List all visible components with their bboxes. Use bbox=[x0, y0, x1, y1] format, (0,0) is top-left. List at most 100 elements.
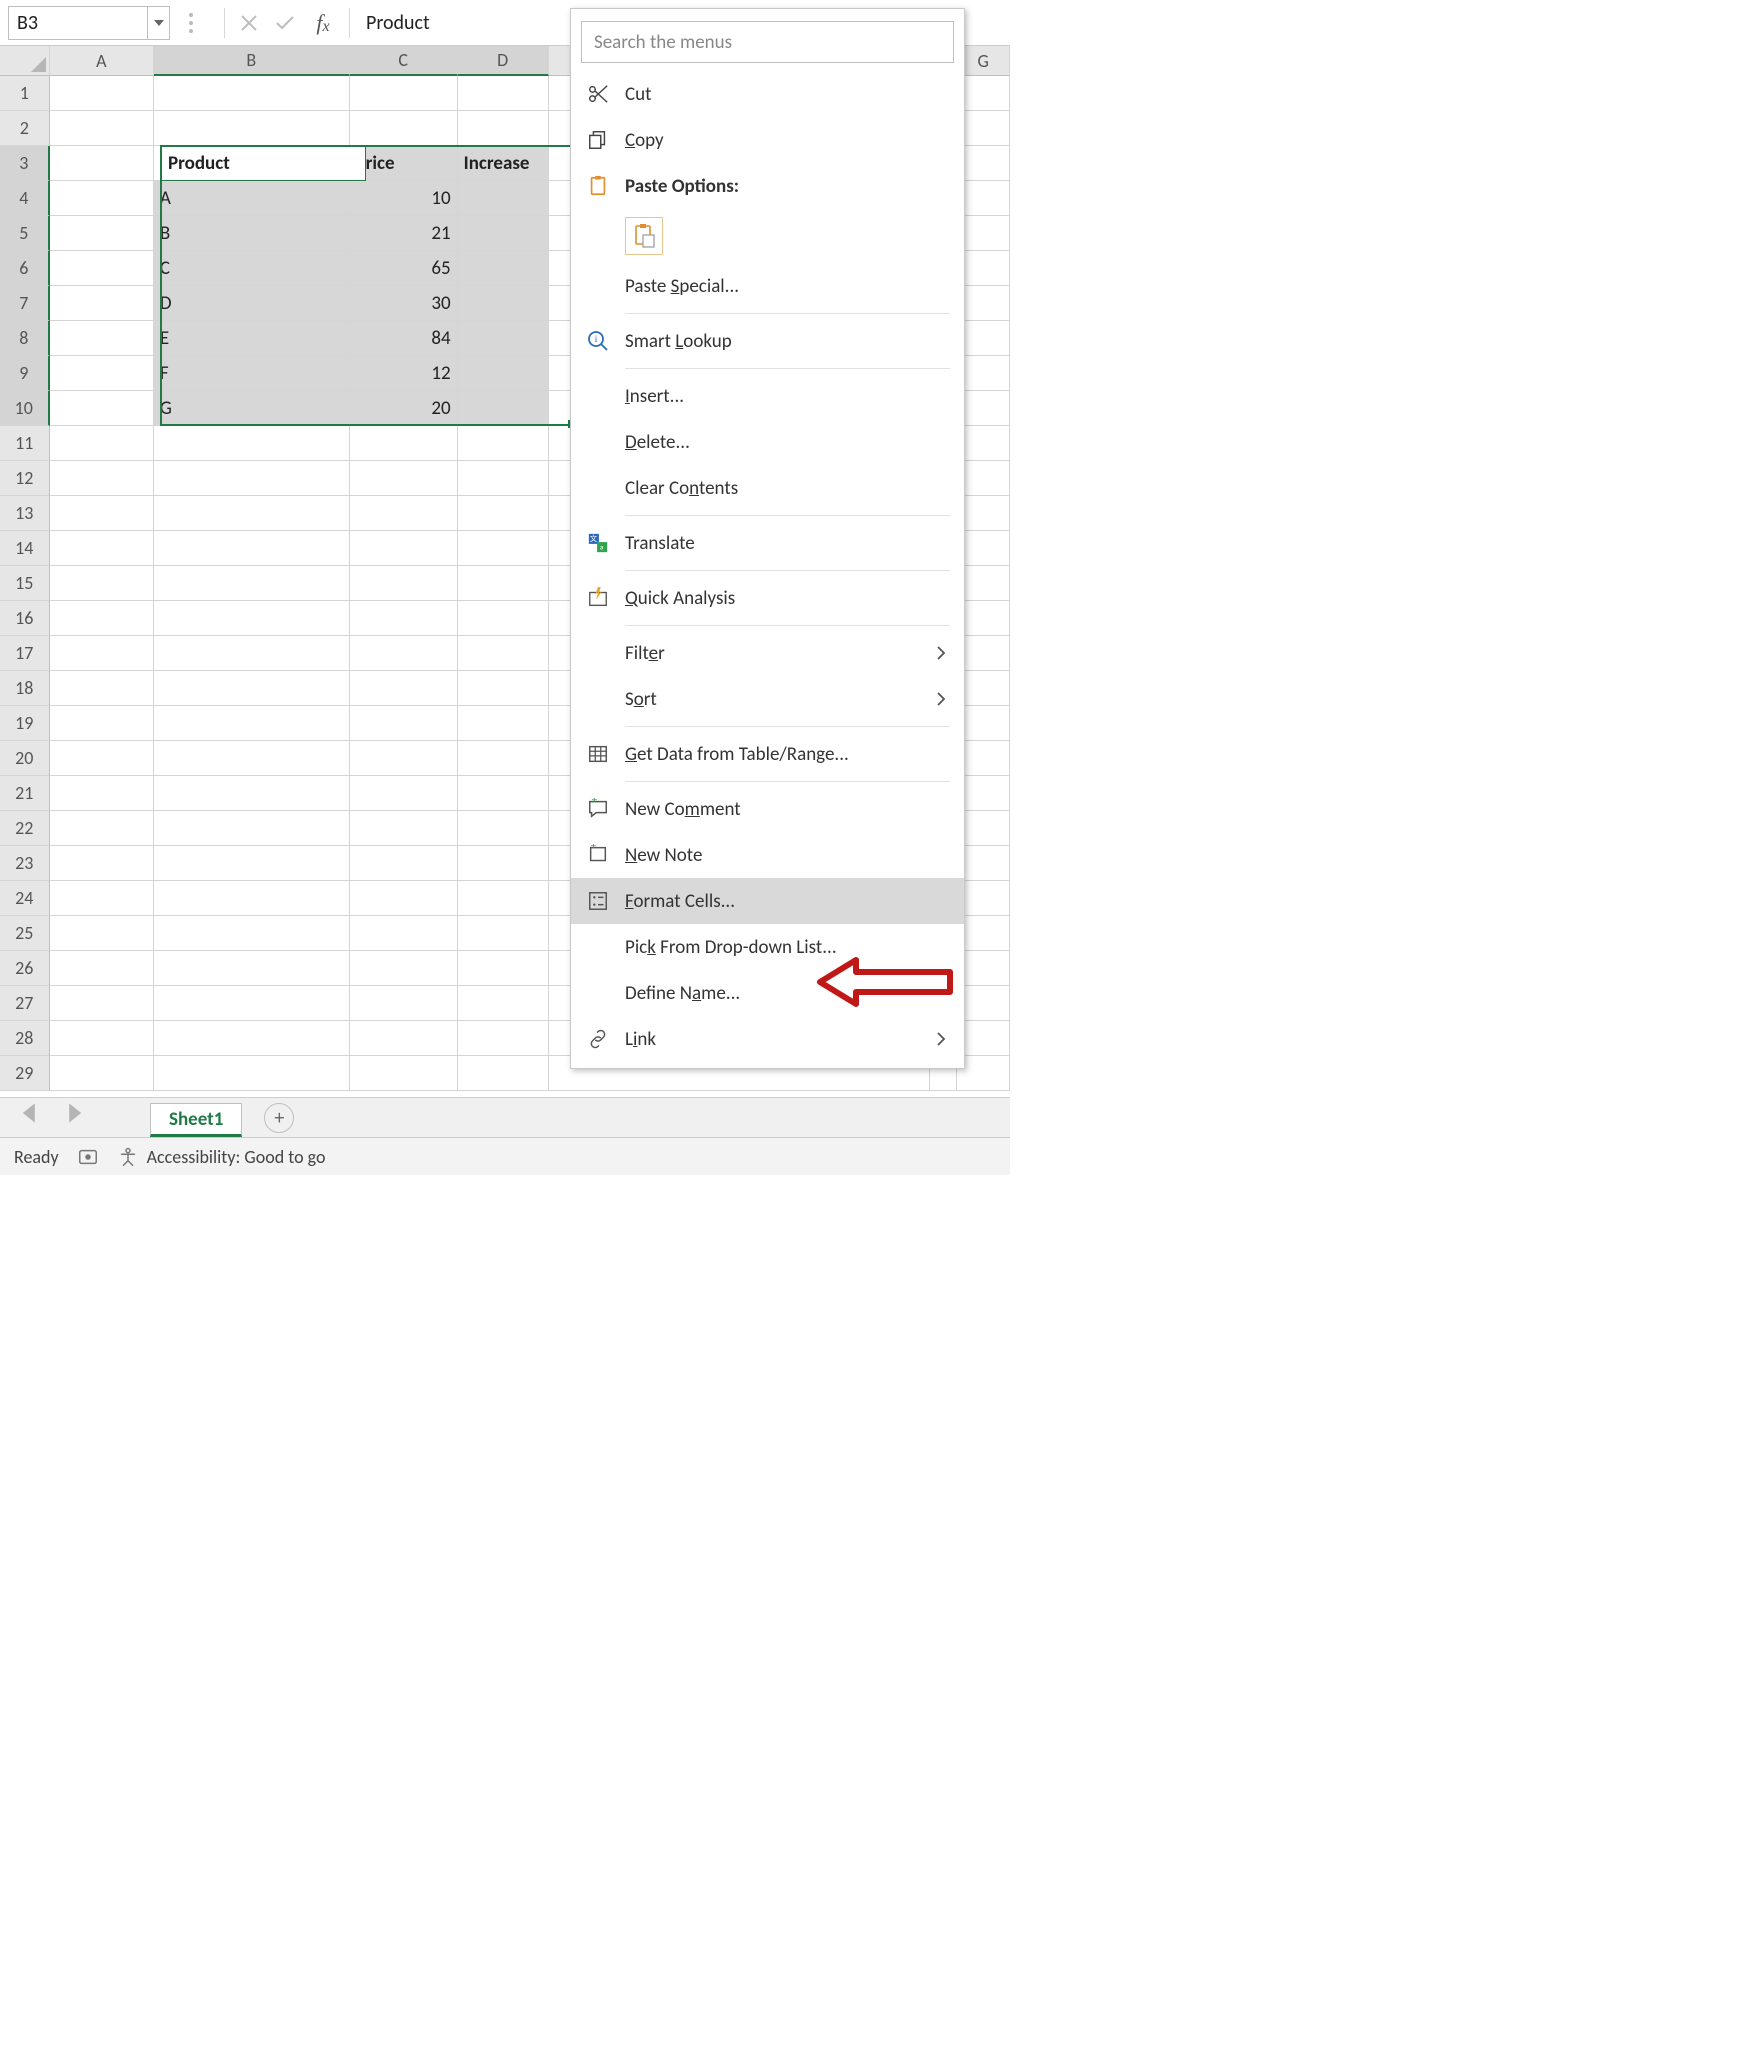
col-header-D[interactable]: D bbox=[458, 46, 549, 76]
cell[interactable] bbox=[50, 986, 154, 1021]
cell[interactable] bbox=[50, 951, 154, 986]
kebab-icon[interactable] bbox=[178, 6, 204, 40]
menu-quick-analysis[interactable]: Quick Analysis bbox=[571, 575, 964, 621]
cell[interactable] bbox=[50, 1021, 154, 1056]
cell[interactable] bbox=[458, 531, 549, 566]
cell[interactable] bbox=[154, 461, 350, 496]
cell[interactable]: C bbox=[154, 251, 350, 286]
cell[interactable]: A bbox=[154, 181, 350, 216]
cell[interactable] bbox=[458, 881, 549, 916]
select-all-corner[interactable] bbox=[0, 46, 50, 76]
cell[interactable] bbox=[350, 811, 458, 846]
cell[interactable] bbox=[50, 356, 154, 391]
cell[interactable] bbox=[50, 706, 154, 741]
cell[interactable] bbox=[350, 671, 458, 706]
cell[interactable] bbox=[350, 706, 458, 741]
cell[interactable] bbox=[50, 881, 154, 916]
row-header-1[interactable]: 1 bbox=[0, 76, 50, 111]
row-header-18[interactable]: 18 bbox=[0, 671, 50, 706]
cell[interactable] bbox=[50, 811, 154, 846]
cell[interactable] bbox=[458, 356, 549, 391]
cell[interactable] bbox=[458, 1056, 549, 1091]
row-header-12[interactable]: 12 bbox=[0, 461, 50, 496]
cell[interactable] bbox=[458, 776, 549, 811]
macro-record-icon[interactable] bbox=[77, 1146, 99, 1168]
menu-sort[interactable]: Sort bbox=[571, 676, 964, 722]
cell[interactable] bbox=[154, 881, 350, 916]
cell[interactable] bbox=[458, 76, 549, 111]
cell[interactable]: 12 bbox=[350, 356, 458, 391]
cell[interactable] bbox=[50, 1056, 154, 1091]
cell[interactable] bbox=[50, 426, 154, 461]
cell[interactable] bbox=[154, 426, 350, 461]
cell[interactable] bbox=[350, 566, 458, 601]
cell[interactable] bbox=[350, 111, 458, 146]
cell[interactable] bbox=[50, 181, 154, 216]
cell[interactable]: 30 bbox=[350, 286, 458, 321]
name-box-dropdown-icon[interactable] bbox=[148, 6, 170, 40]
cell[interactable] bbox=[458, 636, 549, 671]
menu-copy[interactable]: Copy bbox=[571, 117, 964, 163]
cell[interactable] bbox=[154, 76, 350, 111]
cell[interactable]: 10 bbox=[350, 181, 458, 216]
cell[interactable] bbox=[458, 111, 549, 146]
cell[interactable] bbox=[458, 251, 549, 286]
cell[interactable] bbox=[50, 391, 154, 426]
row-header-9[interactable]: 9 bbox=[0, 356, 50, 391]
new-sheet-button[interactable]: + bbox=[264, 1103, 294, 1133]
cell[interactable] bbox=[50, 286, 154, 321]
menu-paste-special[interactable]: Paste Special... bbox=[571, 263, 964, 309]
cell[interactable] bbox=[154, 111, 350, 146]
cell[interactable] bbox=[458, 391, 549, 426]
col-header-G[interactable]: G bbox=[957, 46, 1010, 76]
cell[interactable] bbox=[154, 741, 350, 776]
cell[interactable] bbox=[350, 426, 458, 461]
menu-insert[interactable]: Insert... bbox=[571, 373, 964, 419]
row-header-25[interactable]: 25 bbox=[0, 916, 50, 951]
cell[interactable] bbox=[154, 986, 350, 1021]
cell[interactable] bbox=[50, 566, 154, 601]
active-cell[interactable]: Product bbox=[161, 146, 366, 181]
cell[interactable] bbox=[458, 216, 549, 251]
menu-search-input[interactable]: Search the menus bbox=[581, 21, 954, 63]
cell[interactable] bbox=[458, 601, 549, 636]
cell[interactable] bbox=[458, 846, 549, 881]
cell[interactable] bbox=[350, 986, 458, 1021]
cell[interactable] bbox=[458, 1021, 549, 1056]
cell[interactable] bbox=[458, 496, 549, 531]
menu-get-data[interactable]: Get Data from Table/Range... bbox=[571, 731, 964, 777]
row-header-5[interactable]: 5 bbox=[0, 216, 50, 251]
cell[interactable] bbox=[154, 531, 350, 566]
cell[interactable] bbox=[350, 741, 458, 776]
cell[interactable] bbox=[458, 741, 549, 776]
cell[interactable] bbox=[50, 321, 154, 356]
menu-clear-contents[interactable]: Clear Contents bbox=[571, 465, 964, 511]
cell[interactable] bbox=[50, 776, 154, 811]
cell[interactable] bbox=[154, 601, 350, 636]
cell[interactable] bbox=[154, 636, 350, 671]
menu-cut[interactable]: Cut bbox=[571, 71, 964, 117]
cell[interactable] bbox=[154, 1056, 350, 1091]
cell[interactable] bbox=[458, 811, 549, 846]
cell[interactable]: G bbox=[154, 391, 350, 426]
menu-link[interactable]: Link bbox=[571, 1016, 964, 1062]
col-header-B[interactable]: B bbox=[154, 46, 350, 76]
menu-smart-lookup[interactable]: i Smart Lookup bbox=[571, 318, 964, 364]
cell[interactable] bbox=[154, 811, 350, 846]
tab-prev-icon[interactable] bbox=[18, 1101, 42, 1125]
cell[interactable] bbox=[50, 76, 154, 111]
menu-new-comment[interactable]: + New Comment bbox=[571, 786, 964, 832]
row-header-20[interactable]: 20 bbox=[0, 741, 50, 776]
cell[interactable] bbox=[154, 916, 350, 951]
cell[interactable] bbox=[154, 671, 350, 706]
cell[interactable]: F bbox=[154, 356, 350, 391]
cell[interactable] bbox=[458, 426, 549, 461]
cell[interactable]: D bbox=[154, 286, 350, 321]
menu-translate[interactable]: 文a Translate bbox=[571, 520, 964, 566]
cell[interactable] bbox=[50, 601, 154, 636]
row-header-11[interactable]: 11 bbox=[0, 426, 50, 461]
cell[interactable] bbox=[50, 111, 154, 146]
row-header-16[interactable]: 16 bbox=[0, 601, 50, 636]
cell[interactable] bbox=[50, 216, 154, 251]
row-header-13[interactable]: 13 bbox=[0, 496, 50, 531]
